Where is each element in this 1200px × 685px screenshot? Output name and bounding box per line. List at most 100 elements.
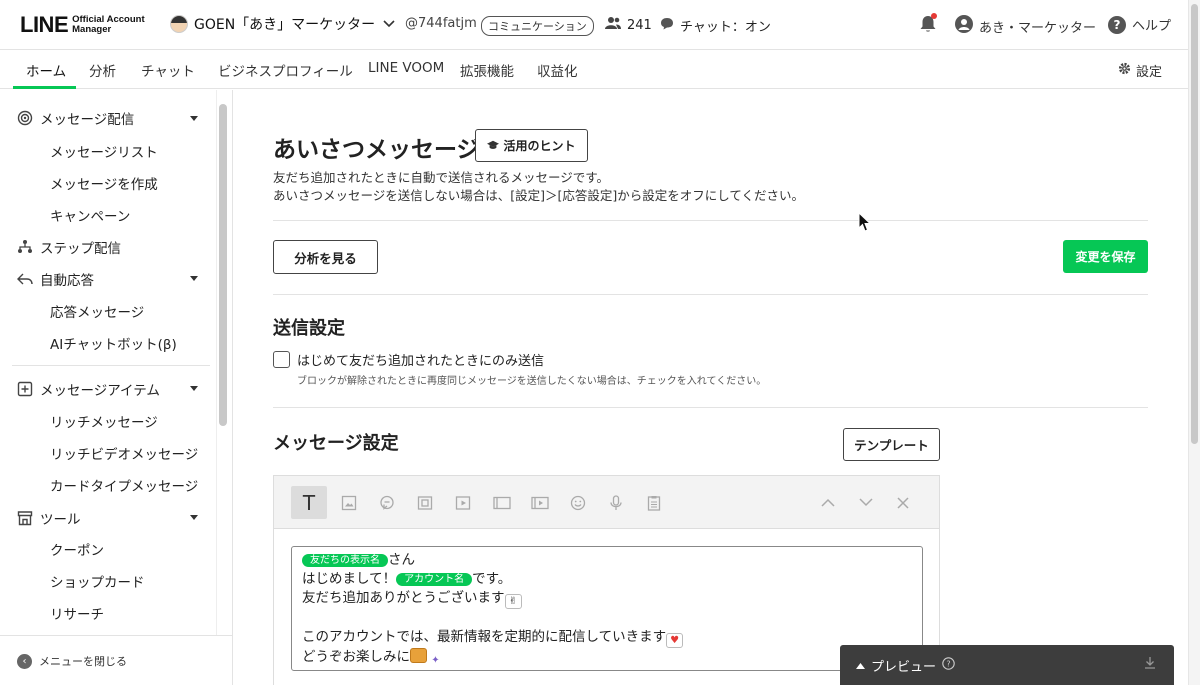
sticker-icon[interactable] bbox=[369, 486, 405, 519]
settings-link[interactable]: 設定 bbox=[1118, 61, 1162, 80]
friend-name-variable[interactable]: 友だちの表示名 bbox=[302, 554, 388, 567]
reply-icon bbox=[17, 271, 33, 287]
sidebar-item-create-message[interactable]: メッセージを作成 bbox=[50, 173, 158, 193]
line-emoji-letter-icon[interactable]: ♥ bbox=[666, 633, 684, 648]
main-nav: ホーム 分析 チャット ビジネスプロフィール LINE VOOM 拡張機能 収益… bbox=[0, 50, 1188, 89]
save-changes-button[interactable]: 変更を保存 bbox=[1063, 240, 1148, 273]
hints-button[interactable]: 活用のヒント bbox=[475, 129, 588, 162]
message-text: はじめまして！ bbox=[302, 571, 397, 587]
message-text: どうぞお楽しみに bbox=[302, 649, 410, 665]
text-icon[interactable]: T bbox=[291, 486, 327, 519]
sidebar-item-card-type-message[interactable]: カードタイプメッセージ bbox=[50, 475, 198, 495]
template-button[interactable]: テンプレート bbox=[843, 428, 940, 461]
help-link[interactable]: ? ヘルプ bbox=[1108, 15, 1171, 34]
tab-chat[interactable]: チャット bbox=[141, 60, 195, 80]
preview-toggle[interactable]: プレビュー ? bbox=[856, 656, 955, 675]
first-friend-only-checkbox[interactable] bbox=[273, 351, 290, 368]
friend-count[interactable]: 241 bbox=[605, 16, 652, 34]
sidebar-item-message-list[interactable]: メッセージリスト bbox=[50, 141, 158, 161]
friends-icon bbox=[605, 16, 621, 34]
sidebar-group-label: ツール bbox=[40, 512, 81, 528]
sidebar-item-shop-card[interactable]: ショップカード bbox=[50, 571, 145, 591]
sidebar-item-ai-chatbot[interactable]: AIチャットボット(β) bbox=[50, 333, 177, 353]
survey-icon[interactable] bbox=[636, 486, 672, 519]
close-menu-button[interactable]: ‹ メニューを閉じる bbox=[17, 653, 127, 669]
sidebar-group-auto-reply[interactable]: 自動応答 bbox=[17, 269, 94, 289]
help-label: ヘルプ bbox=[1132, 19, 1172, 34]
tab-line-voom[interactable]: LINE VOOM bbox=[368, 60, 444, 76]
tab-business-profile[interactable]: ビジネスプロフィール bbox=[218, 60, 353, 80]
info-icon[interactable]: ? bbox=[942, 657, 955, 674]
friend-count-value: 241 bbox=[627, 17, 652, 33]
notification-dot bbox=[931, 13, 937, 19]
coupon-icon[interactable] bbox=[407, 486, 443, 519]
account-name-variable[interactable]: アカウント名 bbox=[396, 573, 473, 586]
caret-up-icon bbox=[856, 658, 865, 673]
message-text: さん bbox=[388, 552, 415, 568]
view-analytics-button[interactable]: 分析を見る bbox=[273, 240, 378, 274]
sidebar-item-coupon[interactable]: クーポン bbox=[50, 539, 104, 559]
sidebar-group-tools[interactable]: ツール bbox=[17, 508, 81, 528]
rich-video-icon[interactable] bbox=[522, 486, 558, 519]
download-icon[interactable] bbox=[1144, 656, 1156, 672]
divider bbox=[273, 220, 1148, 221]
tab-monetization[interactable]: 収益化 bbox=[537, 60, 578, 80]
preview-panel[interactable]: プレビュー ? bbox=[840, 645, 1174, 685]
sidebar-divider bbox=[12, 365, 210, 366]
svg-text:?: ? bbox=[946, 660, 950, 669]
message-text: このアカウントでは、最新情報を定期的に配信していきます bbox=[302, 629, 667, 645]
sidebar-group-label: メッセージ配信 bbox=[40, 112, 135, 128]
line-emoji-party-icon[interactable]: ✦ bbox=[427, 654, 444, 669]
user-name: あき・マーケッター bbox=[979, 20, 1097, 36]
line-emoji-bear-icon[interactable]: ✌ bbox=[504, 594, 522, 609]
voice-icon[interactable] bbox=[598, 486, 634, 519]
tab-extensions[interactable]: 拡張機能 bbox=[460, 60, 514, 80]
caret-down-icon[interactable] bbox=[190, 116, 198, 121]
divider bbox=[273, 407, 1148, 408]
sidebar-footer: ‹ メニューを閉じる bbox=[0, 635, 232, 685]
chevron-left-icon: ‹ bbox=[17, 653, 32, 669]
caret-down-icon[interactable] bbox=[190, 386, 198, 391]
video-icon[interactable] bbox=[445, 486, 481, 519]
message-line: このアカウントでは、最新情報を定期的に配信していきます ♥ bbox=[302, 628, 912, 648]
checkbox-label[interactable]: はじめて友だち追加されたときにのみ送信 bbox=[297, 350, 544, 369]
sidebar-item-campaign[interactable]: キャンペーン bbox=[50, 205, 130, 225]
notification-bell-icon[interactable] bbox=[918, 13, 938, 34]
caret-down-icon[interactable] bbox=[190, 276, 198, 281]
chat-status[interactable]: チャット：オン bbox=[660, 16, 771, 35]
image-icon[interactable] bbox=[331, 486, 367, 519]
line-oam-logo[interactable]: LINE Official Account Manager bbox=[20, 12, 145, 38]
settings-label: 設定 bbox=[1136, 65, 1163, 80]
sidebar-item-research[interactable]: リサーチ bbox=[50, 603, 104, 623]
close-menu-label: メニューを閉じる bbox=[39, 655, 127, 668]
sidebar-scroll-track bbox=[216, 90, 217, 635]
message-text-area[interactable]: 友だちの表示名 さん はじめまして！ アカウント名 です。 友だち追加ありがとうござい… bbox=[291, 546, 923, 671]
sidebar-item-rich-video-message[interactable]: リッチビデオメッセージ bbox=[50, 443, 198, 463]
move-up-icon[interactable] bbox=[810, 486, 846, 519]
emoji-icon[interactable] bbox=[560, 486, 596, 519]
close-icon[interactable] bbox=[885, 486, 921, 519]
message-line: どうぞお楽しみに ✦ bbox=[302, 648, 912, 669]
plan-badge: コミュニケーション bbox=[481, 16, 594, 36]
sidebar-group-message-delivery[interactable]: メッセージ配信 bbox=[17, 108, 134, 128]
sidebar-item-response-message[interactable]: 応答メッセージ bbox=[50, 301, 144, 321]
logo-sub-line2: Manager bbox=[72, 24, 112, 35]
page-scrollbar[interactable] bbox=[1191, 4, 1198, 444]
tab-analytics[interactable]: 分析 bbox=[89, 60, 116, 80]
sidebar-item-rich-message[interactable]: リッチメッセージ bbox=[50, 411, 158, 431]
sidebar-scrollbar[interactable] bbox=[219, 104, 227, 426]
rich-message-icon[interactable] bbox=[484, 486, 520, 519]
description-line: あいさつメッセージを送信しない場合は、[設定]＞[応答設定]から設定をオフにして… bbox=[273, 188, 805, 203]
user-menu[interactable]: あき・マーケッター bbox=[955, 15, 1096, 37]
page-description: 友だち追加されたときに自動で送信されるメッセージです。 あいさつメッセージを送信… bbox=[273, 169, 804, 205]
account-switcher[interactable]: GOEN「あき」マーケッター bbox=[170, 14, 395, 34]
move-down-icon[interactable] bbox=[848, 486, 884, 519]
caret-down-icon[interactable] bbox=[190, 515, 198, 520]
sidebar: メッセージ配信 メッセージリスト メッセージを作成 キャンペーン ステップ配信 … bbox=[0, 90, 233, 685]
message-settings-title: メッセージ設定 bbox=[273, 433, 399, 454]
tab-home[interactable]: ホーム bbox=[26, 60, 66, 80]
sidebar-group-message-items[interactable]: メッセージアイテム bbox=[17, 379, 160, 399]
sidebar-group-step-delivery[interactable]: ステップ配信 bbox=[17, 237, 121, 257]
account-id: @744fatjm bbox=[405, 16, 477, 31]
line-emoji-gift-icon[interactable] bbox=[410, 648, 427, 663]
